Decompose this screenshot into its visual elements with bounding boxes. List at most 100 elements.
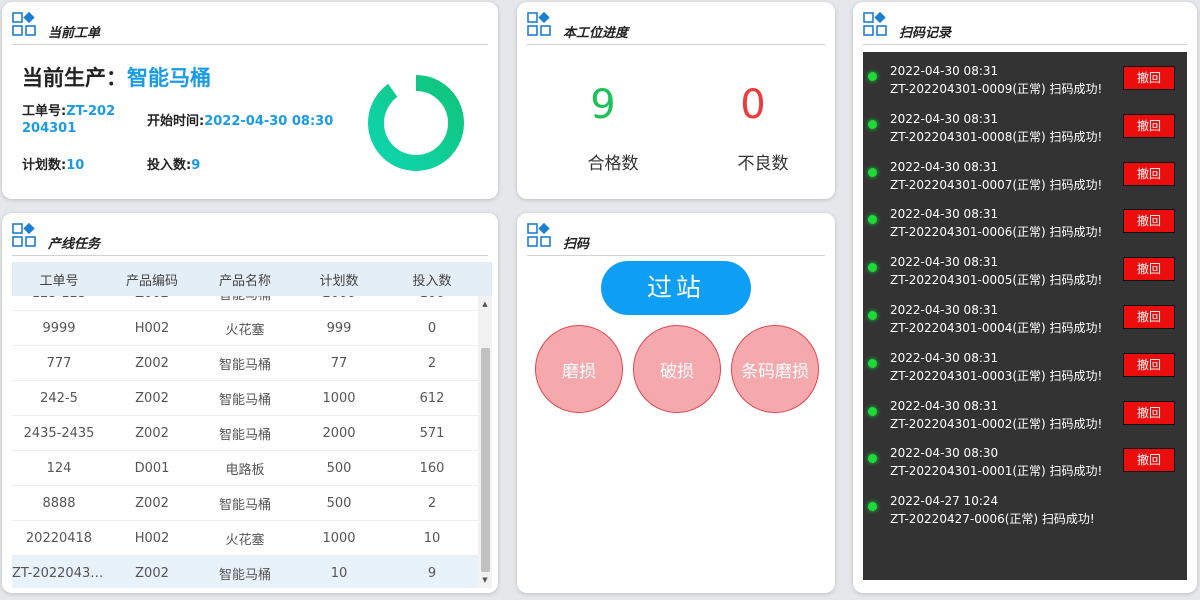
table-row[interactable]: 124 D001 电路板 500 160 (12, 451, 478, 486)
grid-logo-icon (12, 12, 36, 36)
undo-button[interactable]: 撤回 (1123, 257, 1175, 282)
scan-log-item: 2022-04-30 08:31 ZT-202204301-0004(正常) 扫码… (863, 295, 1187, 339)
table-cell: 智能马桶 (198, 296, 292, 303)
status-dot-icon (868, 502, 877, 512)
undo-button[interactable]: 撤回 (1123, 448, 1175, 473)
progress-donut-arc (368, 75, 464, 171)
status-dot-icon (868, 215, 877, 225)
undo-button[interactable]: 撤回 (1123, 305, 1175, 329)
table-scrollbar[interactable]: ▲ ▼ (478, 296, 492, 588)
card-title: 本工位进度 (563, 26, 629, 41)
table-row[interactable]: 777 Z002 智能马桶 77 2 (12, 346, 478, 381)
plan-count-field: 计划数:10 (22, 154, 84, 173)
log-time: 2022-04-30 08:31 (890, 350, 999, 365)
table-row[interactable]: 20220418 H002 火花塞 1000 10 (12, 521, 478, 556)
table-cell: Z002 (135, 390, 169, 406)
table-cell: 242-5 (40, 390, 78, 406)
bad-label: 不良数 (737, 154, 789, 174)
current-production-label: 当前生产： (22, 66, 127, 90)
scan-card: 扫码 过站 磨损 破损 条码磨损 (517, 213, 835, 593)
status-dot-icon (868, 406, 877, 416)
log-time: 2022-04-30 08:31 (890, 207, 999, 222)
defect-wear-button[interactable]: 磨损 (535, 325, 623, 413)
pass-station-button[interactable]: 过站 (601, 261, 751, 315)
undo-button[interactable]: 撤回 (1123, 113, 1175, 138)
scroll-thumb[interactable] (481, 348, 490, 572)
col-plan-count[interactable]: 计划数 (292, 270, 386, 289)
table-cell: 智能马桶 (218, 497, 271, 513)
undo-button[interactable]: 撤回 (1123, 400, 1175, 425)
table-cell: Z002 (106, 296, 198, 301)
table-cell: 智能马桶 (218, 357, 271, 373)
undo-button[interactable]: 撤回 (1123, 352, 1175, 377)
table-row[interactable]: 2435-2435 Z002 智能马桶 2000 571 (12, 416, 478, 451)
card-title: 产线任务 (48, 237, 101, 252)
table-cell: 智能马桶 (218, 392, 271, 408)
table-cell: 123-123 (12, 296, 106, 301)
table-cell: D001 (134, 460, 170, 476)
table-cell: H002 (134, 320, 170, 336)
undo-button[interactable]: 撤回 (1123, 66, 1175, 90)
table-cell: 9999 (42, 320, 76, 336)
good-count: 9 (590, 82, 616, 128)
grid-logo-icon (527, 223, 551, 247)
table-cell: 500 (326, 495, 352, 511)
table-cell: 2000 (322, 425, 356, 441)
table-cell: 2435-2435 (23, 425, 95, 441)
table-cell: 0 (427, 320, 437, 336)
log-time: 2022-04-30 08:31 (890, 159, 999, 174)
table-cell: 8888 (42, 495, 76, 511)
scroll-down-icon[interactable]: ▼ (478, 576, 492, 584)
table-cell: 500 (326, 460, 352, 476)
status-dot-icon (868, 72, 877, 81)
table-cell: 106 (386, 296, 478, 301)
defect-broken-button[interactable]: 破损 (633, 325, 721, 413)
scan-log-item: 2022-04-30 08:31 ZT-202204301-0003(正常) 扫码… (863, 343, 1187, 387)
log-time: 2022-04-30 08:31 (890, 111, 999, 126)
log-time: 2022-04-30 08:31 (890, 303, 999, 317)
log-message: ZT-202204301-0002(正常) 扫码成功! (890, 416, 1103, 431)
table-cell: Z002 (135, 565, 169, 581)
table-body[interactable]: 123-123Z002智能马桶20001069999H002火花塞9990777… (12, 296, 478, 588)
work-order-card: 当前工单 当前生产：智能马桶 工单号:ZT-202204301 开始时间:202… (2, 2, 498, 199)
table-row[interactable]: ZT-202204301 Z002 智能马桶 10 9 (12, 556, 478, 588)
defect-barcode-wear-button[interactable]: 条码磨损 (731, 325, 819, 413)
log-time: 2022-04-30 08:31 (890, 64, 999, 78)
table-cell: 20220418 (25, 530, 93, 546)
table-cell: 智能马桶 (218, 427, 271, 443)
table-cell: 612 (419, 390, 445, 406)
undo-button[interactable]: 撤回 (1123, 161, 1175, 186)
input-count-field: 投入数:9 (147, 154, 200, 173)
scroll-up-icon[interactable]: ▲ (478, 300, 492, 308)
col-input-count[interactable]: 投入数 (386, 270, 478, 289)
start-time-field: 开始时间:2022-04-30 08:30 (147, 110, 347, 129)
col-product-name[interactable]: 产品名称 (198, 270, 292, 289)
card-title: 扫码记录 (899, 26, 952, 41)
status-dot-icon (868, 263, 877, 273)
station-progress-card: 本工位进度 9 合格数 0 不良数 (517, 2, 835, 199)
table-cell: 2 (427, 495, 437, 511)
log-message: ZT-202204301-0009(正常) 扫码成功! (890, 82, 1103, 96)
log-message: ZT-202204301-0001(正常) 扫码成功! (890, 464, 1103, 479)
table-cell: 火花塞 (225, 532, 265, 548)
col-order-no[interactable]: 工单号 (12, 270, 106, 289)
log-message: ZT-202204301-0007(正常) 扫码成功! (890, 177, 1103, 192)
table-cell: 智能马桶 (218, 567, 271, 583)
scan-log-card: 扫码记录 2022-04-30 08:31 ZT-202204301-0009(正… (853, 2, 1197, 593)
table-row[interactable]: 8888 Z002 智能马桶 500 2 (12, 486, 478, 521)
log-time: 2022-04-30 08:31 (890, 255, 999, 270)
table-row[interactable]: 9999 H002 火花塞 999 0 (12, 311, 478, 346)
table-row[interactable]: 123-123Z002智能马桶2000106 (12, 296, 478, 311)
log-message: ZT-20220427-0006(正常) 扫码成功! (890, 512, 1095, 527)
table-row[interactable]: 242-5 Z002 智能马桶 1000 612 (12, 381, 478, 416)
scan-log-item: 2022-04-30 08:31 ZT-202204301-0007(正常) 扫码… (863, 152, 1187, 196)
scan-log-item: 2022-04-27 10:24 ZT-20220427-0006(正常) 扫码成… (863, 486, 1187, 530)
card-title: 当前工单 (48, 26, 101, 41)
table-cell: Z002 (135, 495, 169, 511)
col-product-code[interactable]: 产品编码 (106, 270, 198, 289)
table-cell: 10 (330, 565, 348, 581)
undo-button[interactable]: 撤回 (1123, 209, 1175, 234)
scan-log-item: 2022-04-30 08:31 ZT-202204301-0002(正常) 扫码… (863, 391, 1187, 435)
log-message: ZT-202204301-0004(正常) 扫码成功! (890, 321, 1103, 335)
plan-count-label: 计划数: (22, 158, 67, 173)
